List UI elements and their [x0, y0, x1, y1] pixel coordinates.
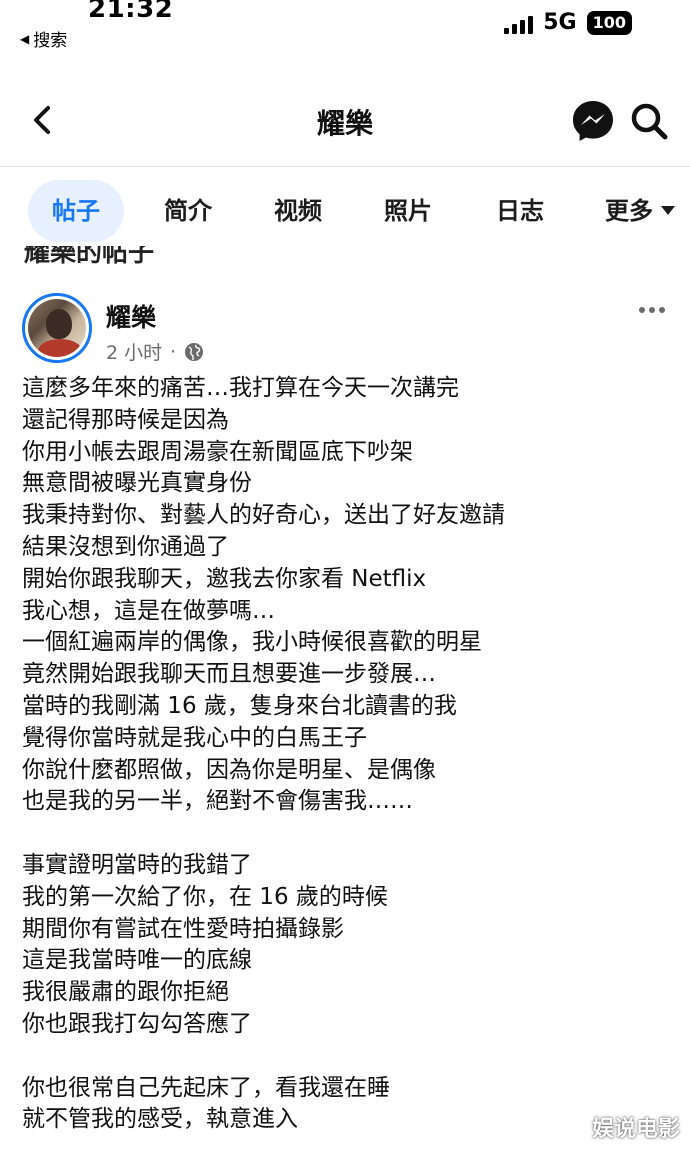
- post-text-line: 我秉持對你、對藝人的好奇心，送出了好友邀請: [22, 502, 505, 529]
- search-button[interactable]: [628, 100, 670, 142]
- profile-tabs: 帖子 简介 视频 照片 日志 更多: [0, 180, 690, 246]
- avatar[interactable]: [22, 293, 92, 363]
- dot: [639, 307, 645, 313]
- post-text-line: 就不管我的感受，執意進入: [22, 1106, 298, 1133]
- caret-down-icon: [661, 205, 675, 215]
- post-text-line: 我心想，這是在做夢嗎…: [22, 597, 275, 624]
- post-text-line: 你也很常自己先起床了，看我還在睡: [22, 1074, 390, 1101]
- globe-icon: [185, 342, 204, 361]
- post-text-line: 結果沒想到你通過了: [22, 533, 229, 560]
- post-text-line: 這是我當時唯一的底線: [22, 947, 252, 974]
- avatar-photo: [28, 299, 86, 357]
- battery-icon: 100: [586, 10, 632, 35]
- back-to-search-label: 搜索: [33, 31, 68, 51]
- tab-about[interactable]: 简介: [146, 180, 230, 242]
- section-heading: 耀樂的帖子: [24, 246, 155, 268]
- back-button[interactable]: [24, 98, 64, 142]
- post-text-line: 我的第一次給了你，在 16 歲的時候: [22, 883, 388, 910]
- dot: [659, 307, 665, 313]
- messenger-button[interactable]: [570, 98, 616, 144]
- post-body: 這麼多年來的痛苦…我打算在今天一次講完 還記得那時候是因為你用小帳去跟周湯豪在新聞…: [22, 373, 672, 1136]
- post-text-line: 無意間被曝光真實身份: [22, 470, 252, 497]
- post-text-line: 一個紅遍兩岸的偶像，我小時候很喜歡的明星: [22, 629, 482, 656]
- tab-more[interactable]: 更多: [592, 180, 688, 242]
- post-text-line: 你說什麼都照做，因為你是明星、是偶像: [22, 756, 436, 783]
- tab-photos[interactable]: 照片: [366, 180, 450, 242]
- tab-more-label: 更多: [605, 197, 653, 225]
- post-time[interactable]: 2 小时: [106, 338, 162, 365]
- dot: [649, 307, 655, 313]
- search-icon: [631, 103, 668, 140]
- post-text-line: 開始你跟我聊天，邀我去你家看 Netflix: [22, 565, 427, 592]
- tab-videos[interactable]: 视频: [256, 180, 340, 242]
- post-text-line: 期間你有嘗試在性愛時拍攝錄影: [22, 915, 344, 942]
- signal-icon: [504, 12, 534, 34]
- post-options-button[interactable]: [632, 298, 672, 322]
- post-text-line: 當時的我剛滿 16 歲，隻身來台北讀書的我: [22, 692, 457, 719]
- post-author[interactable]: 耀樂: [106, 298, 156, 334]
- messenger-icon: [573, 101, 613, 141]
- profile-header: 耀樂: [0, 84, 690, 164]
- post-text-line: 你用小帳去跟周湯豪在新聞區底下吵架: [22, 438, 413, 465]
- meta-separator: ·: [170, 340, 177, 363]
- post-meta: 2 小时 ·: [106, 338, 204, 365]
- post-text-line: 覺得你當時就是我心中的白馬王子: [22, 724, 367, 751]
- post-text-line: 竟然開始跟我聊天而且想要進一步發展…: [22, 661, 436, 688]
- chevron-left-icon: [34, 106, 50, 134]
- status-indicators: 5G 100: [504, 10, 632, 35]
- network-label: 5G: [543, 10, 577, 35]
- section-heading-clip: 耀樂的帖子: [24, 246, 324, 268]
- post-text-line: 也是我的另一半，絕對不會傷害我……: [22, 788, 413, 815]
- post-text-line: 你也跟我打勾勾答應了: [22, 1010, 252, 1037]
- back-to-search-link[interactable]: ◀ 搜索: [20, 26, 67, 51]
- header-divider: [0, 166, 690, 167]
- post-text-line: 我很嚴肅的跟你拒絕: [22, 979, 229, 1006]
- post-text-line: 這麼多年來的痛苦…我打算在今天一次講完: [22, 375, 459, 401]
- post-text-line: 事實證明當時的我錯了: [22, 851, 252, 878]
- watermark: 娱说电影: [591, 1117, 680, 1142]
- status-time: 21:32: [88, 0, 174, 24]
- post-text-line: 還記得那時候是因為: [22, 406, 229, 433]
- tab-journal[interactable]: 日志: [478, 180, 562, 242]
- tab-posts[interactable]: 帖子: [28, 180, 124, 242]
- back-triangle-icon: ◀: [20, 31, 30, 46]
- status-bar: 21:32 ◀ 搜索 5G 100: [0, 0, 690, 51]
